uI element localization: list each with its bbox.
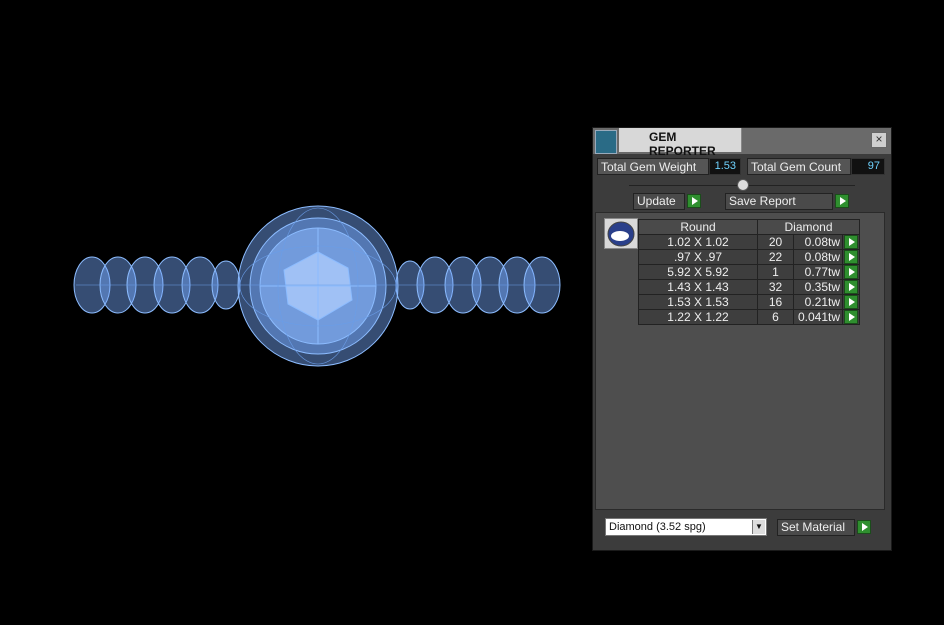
gem-list-area: Round Diamond 1.02 X 1.02 20 0.08tw .97 … bbox=[595, 212, 885, 510]
gem-weight: 0.041tw bbox=[793, 309, 843, 325]
set-material-button[interactable]: Set Material bbox=[777, 519, 855, 536]
gem-size: .97 X .97 bbox=[638, 249, 758, 265]
material-selected-value: Diamond (3.52 spg) bbox=[609, 521, 706, 533]
table-row[interactable]: 1.02 X 1.02 20 0.08tw bbox=[638, 234, 860, 250]
gem-size: 1.02 X 1.02 bbox=[638, 234, 758, 250]
row-go-icon[interactable] bbox=[844, 265, 858, 279]
gem-weight: 0.77tw bbox=[793, 264, 843, 280]
gem-count: 22 bbox=[757, 249, 794, 265]
save-report-go-icon[interactable] bbox=[835, 194, 849, 208]
gem-size: 1.22 X 1.22 bbox=[638, 309, 758, 325]
material-dropdown[interactable]: Diamond (3.52 spg) ▼ bbox=[605, 518, 767, 536]
chevron-down-icon[interactable]: ▼ bbox=[752, 520, 765, 534]
gem-size: 1.43 X 1.43 bbox=[638, 279, 758, 295]
gem-size: 5.92 X 5.92 bbox=[638, 264, 758, 280]
material-header: Diamond bbox=[757, 219, 860, 235]
row-go-icon[interactable] bbox=[844, 235, 858, 249]
gem-count: 16 bbox=[757, 294, 794, 310]
gem-weight: 0.21tw bbox=[793, 294, 843, 310]
table-row[interactable]: 1.43 X 1.43 32 0.35tw bbox=[638, 279, 860, 295]
gem-weight: 0.08tw bbox=[793, 234, 843, 250]
row-go-icon[interactable] bbox=[844, 295, 858, 309]
total-weight-label: Total Gem Weight bbox=[597, 158, 709, 175]
total-count-value: 97 bbox=[851, 158, 885, 175]
gem-weight: 0.35tw bbox=[793, 279, 843, 295]
collapse-icon[interactable] bbox=[737, 179, 749, 191]
total-weight-value: 1.53 bbox=[709, 158, 741, 175]
ring-wireframe bbox=[73, 205, 561, 367]
table-row[interactable]: 1.22 X 1.22 6 0.041tw bbox=[638, 309, 860, 325]
gem-count: 1 bbox=[757, 264, 794, 280]
gem-count: 20 bbox=[757, 234, 794, 250]
table-row[interactable]: 5.92 X 5.92 1 0.77tw bbox=[638, 264, 860, 280]
shape-header: Round bbox=[638, 219, 758, 235]
update-go-icon[interactable] bbox=[687, 194, 701, 208]
row-go-icon[interactable] bbox=[844, 250, 858, 264]
gem-size: 1.53 X 1.53 bbox=[638, 294, 758, 310]
set-material-go-icon[interactable] bbox=[857, 520, 871, 534]
save-report-button[interactable]: Save Report bbox=[725, 193, 833, 210]
gem-count: 6 bbox=[757, 309, 794, 325]
total-count-label: Total Gem Count bbox=[747, 158, 851, 175]
close-icon[interactable]: × bbox=[871, 132, 887, 148]
gem-weight: 0.08tw bbox=[793, 249, 843, 265]
round-gem-icon[interactable] bbox=[604, 218, 638, 249]
gem-count: 32 bbox=[757, 279, 794, 295]
panel-titlebar[interactable]: GEM REPORTER × bbox=[593, 128, 891, 158]
row-go-icon[interactable] bbox=[844, 280, 858, 294]
app-logo-icon bbox=[595, 130, 617, 154]
gem-reporter-panel: GEM REPORTER × Total Gem Weight 1.53 Tot… bbox=[592, 127, 892, 551]
table-row[interactable]: .97 X .97 22 0.08tw bbox=[638, 249, 860, 265]
row-go-icon[interactable] bbox=[844, 310, 858, 324]
update-button[interactable]: Update bbox=[633, 193, 685, 210]
panel-tab[interactable]: GEM REPORTER bbox=[619, 128, 742, 158]
gem-table: Round Diamond 1.02 X 1.02 20 0.08tw .97 … bbox=[638, 219, 860, 325]
panel-title: GEM REPORTER bbox=[649, 130, 716, 158]
3d-viewport[interactable] bbox=[0, 0, 590, 620]
table-row[interactable]: 1.53 X 1.53 16 0.21tw bbox=[638, 294, 860, 310]
